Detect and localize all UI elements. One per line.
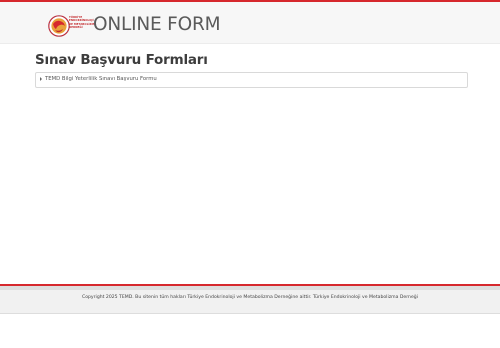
site-header: TÜRKİYE ENDOKRİNOLOJİ VE METABOLİZMA DER… xyxy=(0,2,500,44)
form-link-temd-bilgi-yeterlilik[interactable]: TEMD Bilgi Yeterlilik Sınavı Başvuru For… xyxy=(40,76,157,82)
form-link-label[interactable]: TEMD Bilgi Yeterlilik Sınavı Başvuru For… xyxy=(45,76,157,82)
brand-title[interactable]: ONLINE FORM xyxy=(93,14,221,35)
footer-shade xyxy=(0,286,500,290)
logo-line: DERNEĞİ xyxy=(69,26,83,30)
copyright-text: Copyright 2025 TEMD. Bu sitenin tüm hakl… xyxy=(82,295,418,300)
logo-wordmark: TÜRKİYE ENDOKRİNOLOJİ VE METABOLİZMA DER… xyxy=(69,16,96,30)
caret-right-icon xyxy=(40,77,42,81)
temd-logo-icon[interactable] xyxy=(48,15,70,37)
page-title: Sınav Başvuru Formları xyxy=(35,52,208,68)
form-list: TEMD Bilgi Yeterlilik Sınavı Başvuru For… xyxy=(35,72,468,88)
